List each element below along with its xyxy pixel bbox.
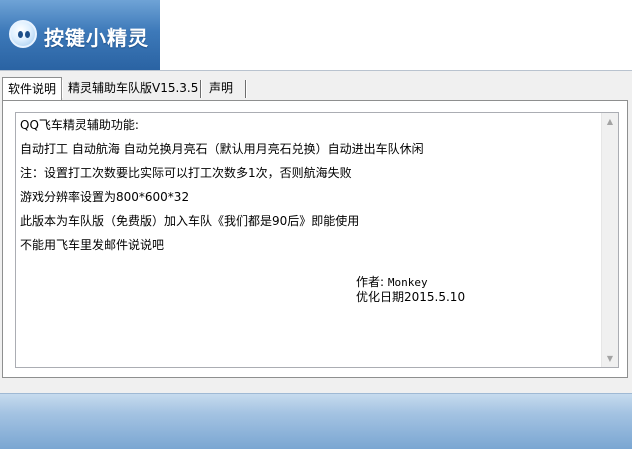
- author-name: Monkey: [387, 276, 428, 289]
- footer-bar: [0, 393, 632, 449]
- optimize-date: 优化日期2015.5.10: [356, 290, 466, 304]
- tab-version[interactable]: 精灵辅助车队版V15.3.5: [63, 78, 204, 99]
- tab-software-info[interactable]: 软件说明: [2, 77, 63, 100]
- author-block: 作者: Monkey 优化日期2015.5.10: [356, 275, 465, 304]
- app-name: 按键小精灵: [44, 26, 149, 50]
- author-label: 作者:: [356, 275, 385, 289]
- vertical-scrollbar[interactable]: ▲ ▼: [601, 113, 618, 367]
- info-line-version: 此版本为车队版（免费版）加入车队《我们都是90后》即能使用: [20, 214, 360, 228]
- tab-bar: 软件说明 精灵辅助车队版V15.3.5 声明: [2, 77, 628, 100]
- scroll-down-arrow-icon[interactable]: ▼: [602, 350, 618, 367]
- tab-separator: [245, 80, 247, 98]
- mascot-logo-icon: [9, 20, 37, 48]
- tab-separator: [200, 80, 202, 98]
- info-line-note: 注：设置打工次数要比实际可以打工次数多1次，否则航海失败: [20, 166, 352, 180]
- tab-content-panel: QQ飞车精灵辅助功能: 自动打工 自动航海 自动兑换月亮石（默认用月亮石兑换）自…: [2, 100, 628, 378]
- info-line-mail: 不能用飞车里发邮件说说吧: [20, 238, 165, 252]
- header-banner: 按键小精灵: [0, 0, 632, 71]
- info-line-title: QQ飞车精灵辅助功能:: [20, 118, 139, 132]
- info-textarea[interactable]: QQ飞车精灵辅助功能: 自动打工 自动航海 自动兑换月亮石（默认用月亮石兑换）自…: [15, 112, 619, 368]
- scroll-up-arrow-icon[interactable]: ▲: [602, 113, 618, 130]
- logo-panel: 按键小精灵: [0, 0, 160, 70]
- info-line-resolution: 游戏分辨率设置为800*600*32: [20, 190, 190, 204]
- tab-statement[interactable]: 声明: [204, 78, 239, 99]
- info-line-features: 自动打工 自动航海 自动兑换月亮石（默认用月亮石兑换）自动进出车队休闲: [20, 142, 424, 156]
